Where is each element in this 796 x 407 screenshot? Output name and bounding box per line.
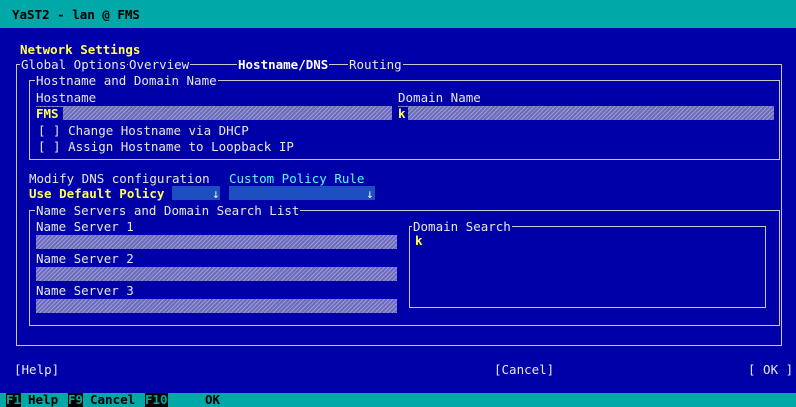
custom-policy-combo[interactable] bbox=[229, 186, 375, 200]
dialog-title: Network Settings bbox=[20, 42, 141, 57]
dns-config-label: Modify DNS configuration bbox=[29, 171, 210, 186]
terminal-screen: YaST2 - lan @ FMS Network Settings Globa… bbox=[0, 0, 796, 407]
name-server-3-label: Name Server 3 bbox=[36, 283, 134, 298]
domain-name-label: Domain Name bbox=[398, 90, 481, 105]
help-button[interactable]: [Help] bbox=[14, 363, 59, 377]
tab-global-options[interactable]: Global Options bbox=[20, 58, 128, 71]
window-title: YaST2 - lan @ FMS bbox=[12, 7, 140, 22]
dhcp-hostname-checkbox[interactable]: [ ] Change Hostname via DHCP bbox=[38, 124, 249, 137]
domain-search-box[interactable] bbox=[409, 226, 766, 308]
tab-routing[interactable]: Routing bbox=[348, 58, 403, 71]
name-server-1-label: Name Server 1 bbox=[36, 219, 134, 234]
name-server-3-field[interactable] bbox=[36, 299, 397, 313]
hostname-group-legend: Hostname and Domain Name bbox=[35, 73, 218, 88]
nameservers-group-legend: Name Servers and Domain Search List bbox=[35, 203, 301, 218]
f10-key[interactable]: F10 bbox=[145, 393, 168, 407]
f9-label[interactable]: Cancel bbox=[90, 393, 135, 407]
hostname-value: FMS bbox=[36, 107, 63, 120]
domain-search-legend: Domain Search bbox=[412, 219, 512, 234]
f10-label[interactable]: OK bbox=[205, 393, 220, 407]
name-server-2-label: Name Server 2 bbox=[36, 251, 134, 266]
name-server-2-field[interactable] bbox=[36, 267, 397, 281]
loopback-ip-checkbox[interactable]: [ ] Assign Hostname to Loopback IP bbox=[38, 140, 294, 153]
policy-chevron-down-icon[interactable]: ↓ bbox=[212, 187, 220, 200]
cancel-button[interactable]: [Cancel] bbox=[494, 363, 554, 377]
name-server-1-field[interactable] bbox=[36, 235, 397, 249]
domain-search-value: k bbox=[415, 233, 423, 248]
custom-policy-chevron-down-icon[interactable]: ↓ bbox=[366, 187, 374, 200]
domain-name-value: k bbox=[398, 106, 408, 121]
hostname-field[interactable] bbox=[36, 106, 392, 120]
policy-combo-value[interactable]: Use Default Policy bbox=[29, 187, 164, 200]
domain-name-field[interactable] bbox=[398, 106, 774, 120]
f1-key[interactable]: F1 bbox=[6, 393, 22, 407]
tab-overview[interactable]: Overview bbox=[128, 58, 191, 71]
ok-button[interactable]: [ OK ] bbox=[748, 363, 793, 377]
hostname-label: Hostname bbox=[36, 90, 97, 105]
tab-hostname-dns[interactable]: Hostname/DNS bbox=[237, 58, 330, 71]
f1-label[interactable]: Help bbox=[28, 393, 58, 407]
f9-key[interactable]: F9 bbox=[68, 393, 84, 407]
custom-policy-label: Custom Policy Rule bbox=[229, 171, 365, 186]
